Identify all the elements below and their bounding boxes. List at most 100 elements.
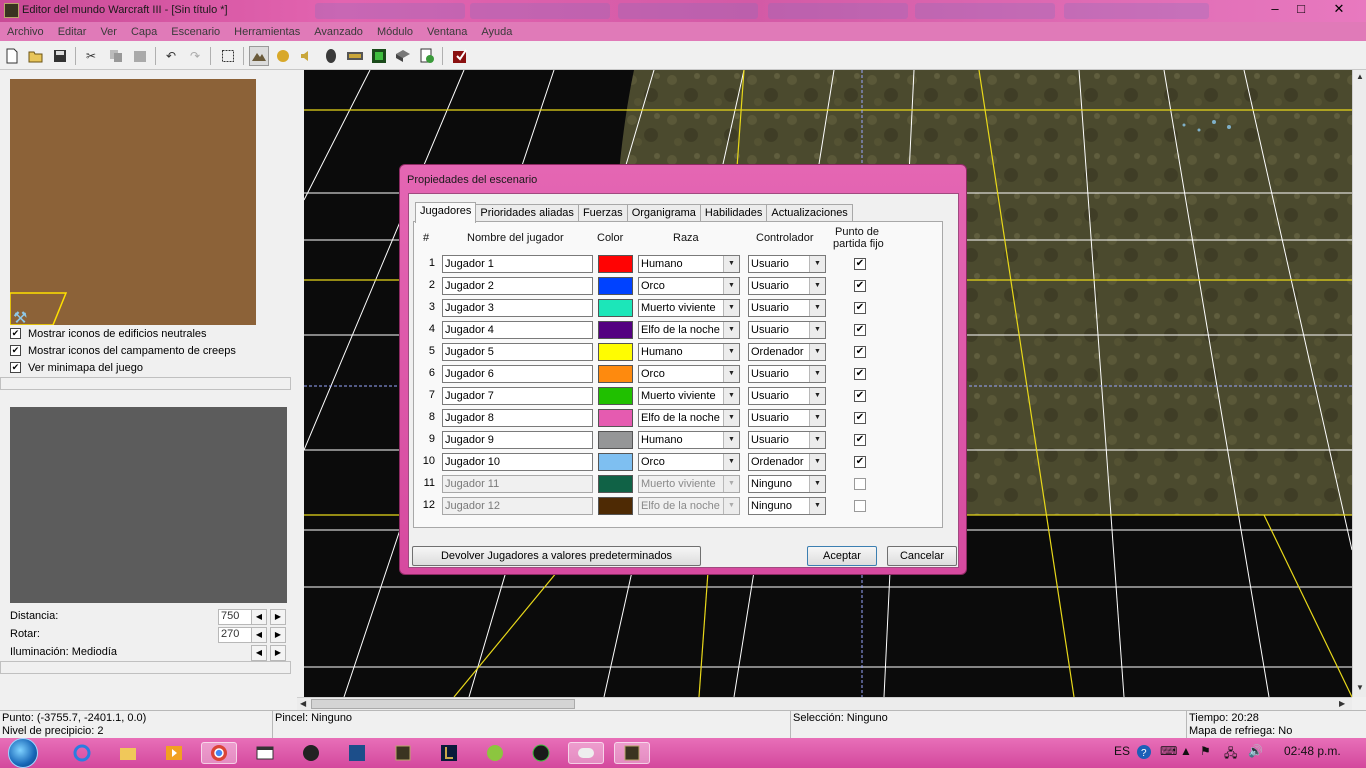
minimap[interactable]: ⚒	[10, 79, 256, 325]
player-color-swatch[interactable]	[598, 365, 633, 383]
player-name-field[interactable]: Jugador 12	[442, 497, 593, 515]
player-name-field[interactable]: Jugador 2	[442, 277, 593, 295]
player-color-swatch[interactable]	[598, 255, 633, 273]
scroll-right-arrow-icon[interactable]: ▶	[1339, 699, 1345, 708]
race-dropdown[interactable]: Elfo de la noche ▼	[638, 409, 740, 427]
fixed-start-checkbox[interactable]: ✔	[854, 324, 866, 336]
vertical-scrollbar[interactable]: ▲ ▼	[1352, 70, 1366, 697]
reset-players-button[interactable]: Devolver Jugadores a valores predetermin…	[412, 546, 701, 566]
sound-icon[interactable]	[297, 46, 317, 66]
campaign-editor-icon[interactable]	[417, 46, 437, 66]
fixed-start-checkbox[interactable]: ✔	[854, 346, 866, 358]
chevron-down-icon[interactable]: ▼	[723, 278, 739, 294]
menu-capa[interactable]: Capa	[124, 26, 164, 38]
menu-avanzado[interactable]: Avanzado	[307, 26, 370, 38]
player-color-swatch[interactable]	[598, 409, 633, 427]
redo-icon[interactable]: ↷	[185, 46, 205, 66]
show-hidden-icons-icon[interactable]: ▲	[1180, 744, 1192, 758]
chevron-down-icon[interactable]: ▼	[723, 344, 739, 360]
fixed-start-checkbox[interactable]: ✔	[854, 280, 866, 292]
menu-ventana[interactable]: Ventana	[420, 26, 474, 38]
maximize-button[interactable]: □	[1288, 0, 1314, 18]
chevron-down-icon[interactable]: ▼	[723, 498, 739, 514]
world-editor-active-icon[interactable]	[614, 742, 650, 764]
window-icon[interactable]	[247, 742, 283, 764]
chevron-down-icon[interactable]: ▼	[809, 388, 825, 404]
controller-dropdown[interactable]: Ordenador ▼	[748, 343, 826, 361]
race-dropdown[interactable]: Muerto viviente ▼	[638, 475, 740, 493]
horizontal-scrollbar[interactable]: ◀ ▶	[297, 697, 1352, 710]
action-center-flag-icon[interactable]: ⚑	[1200, 744, 1211, 758]
player-name-field[interactable]: Jugador 4	[442, 321, 593, 339]
chevron-down-icon[interactable]: ▼	[723, 454, 739, 470]
scroll-up-arrow-icon[interactable]: ▲	[1356, 72, 1364, 81]
distance-decrease-arrow-icon[interactable]: ◀	[251, 609, 267, 625]
panel-splitter[interactable]	[0, 661, 291, 674]
player-name-field[interactable]: Jugador 11	[442, 475, 593, 493]
undo-icon[interactable]: ↶	[161, 46, 181, 66]
rotate-decrease-arrow-icon[interactable]: ◀	[251, 627, 267, 643]
starcraft-icon[interactable]	[339, 742, 375, 764]
cancel-button[interactable]: Cancelar	[887, 546, 957, 566]
lighting-next-arrow-icon[interactable]: ▶	[270, 645, 286, 661]
terrain-palette-icon[interactable]	[249, 46, 269, 66]
creep-camp-checkbox[interactable]: ✔ Mostrar iconos del campamento de creep…	[10, 343, 236, 358]
select-icon[interactable]	[218, 46, 238, 66]
player-name-field[interactable]: Jugador 8	[442, 409, 593, 427]
league-icon[interactable]	[431, 742, 467, 764]
chevron-down-icon[interactable]: ▼	[809, 498, 825, 514]
neutral-buildings-checkbox[interactable]: ✔ Mostrar iconos de edificios neutrales	[10, 326, 207, 341]
player-color-swatch[interactable]	[598, 497, 633, 515]
test-map-icon[interactable]	[450, 46, 470, 66]
controller-dropdown[interactable]: Usuario ▼	[748, 277, 826, 295]
chevron-down-icon[interactable]: ▼	[809, 410, 825, 426]
player-color-swatch[interactable]	[598, 387, 633, 405]
game-controller-icon[interactable]	[568, 742, 604, 764]
panel-splitter[interactable]	[0, 377, 291, 390]
player-name-field[interactable]: Jugador 6	[442, 365, 593, 383]
cut-icon[interactable]: ✂	[81, 46, 101, 66]
controller-dropdown[interactable]: Ninguno ▼	[748, 497, 826, 515]
game-app-icon[interactable]	[523, 742, 559, 764]
xbox-icon[interactable]	[477, 742, 513, 764]
menu-ayuda[interactable]: Ayuda	[474, 26, 519, 38]
open-icon[interactable]	[26, 46, 46, 66]
distance-increase-arrow-icon[interactable]: ▶	[270, 609, 286, 625]
player-color-swatch[interactable]	[598, 321, 633, 339]
player-name-field[interactable]: Jugador 5	[442, 343, 593, 361]
checkbox-box[interactable]: ✔	[10, 345, 21, 356]
chevron-down-icon[interactable]: ▼	[809, 344, 825, 360]
ok-button[interactable]: Aceptar	[807, 546, 877, 566]
minimize-button[interactable]: –	[1262, 0, 1288, 18]
race-dropdown[interactable]: Elfo de la noche ▼	[638, 497, 740, 515]
chevron-down-icon[interactable]: ▼	[723, 388, 739, 404]
chevron-down-icon[interactable]: ▼	[809, 476, 825, 492]
chevron-down-icon[interactable]: ▼	[809, 256, 825, 272]
chevron-down-icon[interactable]: ▼	[809, 300, 825, 316]
scroll-down-arrow-icon[interactable]: ▼	[1356, 683, 1364, 692]
menu-ver[interactable]: Ver	[93, 26, 124, 38]
internet-explorer-icon[interactable]	[64, 742, 100, 764]
tab-jugadores[interactable]: Jugadores	[415, 202, 477, 223]
race-dropdown[interactable]: Elfo de la noche ▼	[638, 321, 740, 339]
warcraft-icon[interactable]	[293, 742, 329, 764]
ai-editor-icon[interactable]	[393, 46, 413, 66]
fixed-start-checkbox[interactable]	[854, 478, 866, 490]
trigger-editor-icon[interactable]	[345, 46, 365, 66]
controller-dropdown[interactable]: Usuario ▼	[748, 365, 826, 383]
controller-dropdown[interactable]: Ordenador ▼	[748, 453, 826, 471]
start-button[interactable]	[8, 738, 38, 768]
rotate-increase-arrow-icon[interactable]: ▶	[270, 627, 286, 643]
chevron-down-icon[interactable]: ▼	[809, 366, 825, 382]
race-dropdown[interactable]: Humano ▼	[638, 255, 740, 273]
fixed-start-checkbox[interactable]: ✔	[854, 390, 866, 402]
player-name-field[interactable]: Jugador 9	[442, 431, 593, 449]
scroll-thumb[interactable]	[311, 699, 575, 709]
player-color-swatch[interactable]	[598, 299, 633, 317]
fixed-start-checkbox[interactable]: ✔	[854, 456, 866, 468]
race-dropdown[interactable]: Humano ▼	[638, 431, 740, 449]
menu-editar[interactable]: Editar	[51, 26, 94, 38]
language-indicator[interactable]: ES	[1114, 744, 1130, 758]
fixed-start-checkbox[interactable]: ✔	[854, 434, 866, 446]
paste-icon[interactable]	[130, 46, 150, 66]
